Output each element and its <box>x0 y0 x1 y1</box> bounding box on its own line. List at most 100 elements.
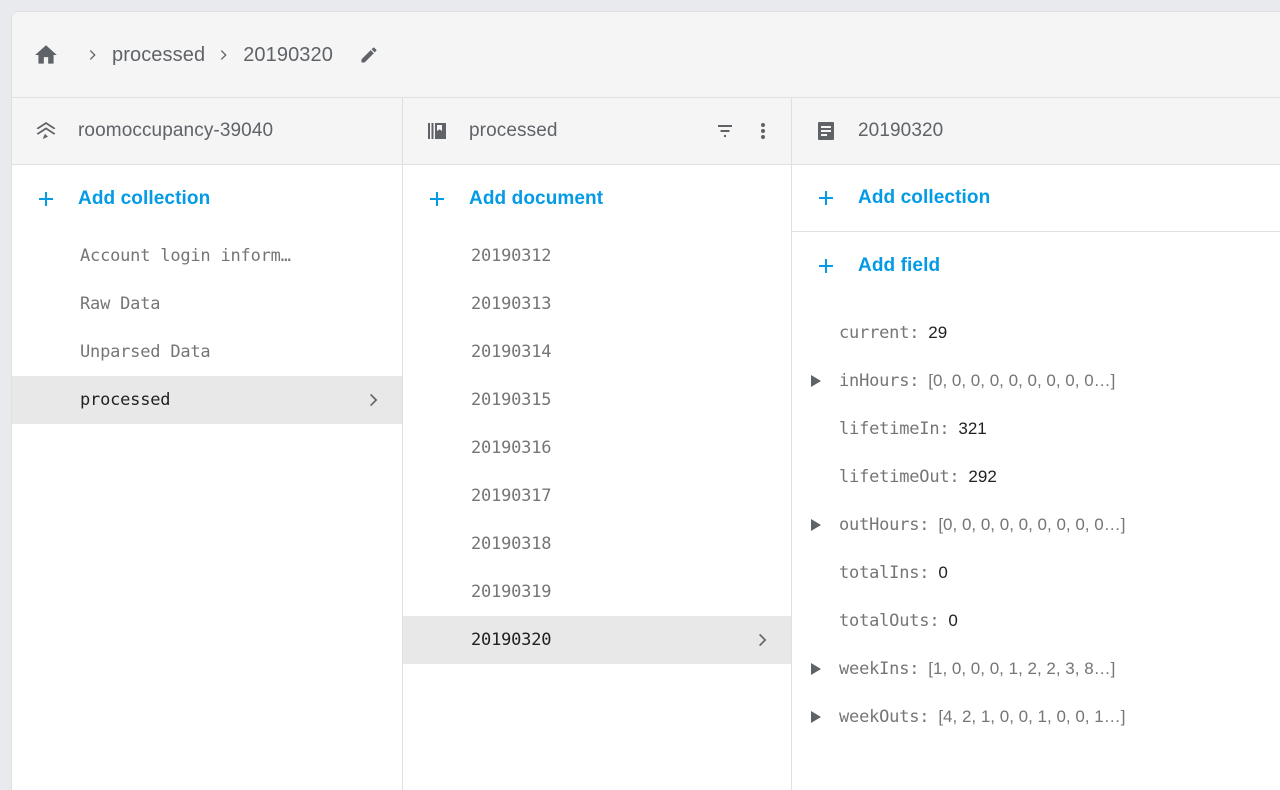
document-list: 20190312 20190313 20190314 20190315 2019… <box>403 232 791 664</box>
expand-spacer <box>804 609 828 633</box>
field-row: outHours: [0, 0, 0, 0, 0, 0, 0, 0, 0…] <box>792 501 1280 549</box>
field-key: weekIns: <box>839 659 920 679</box>
field-key: current: <box>839 323 920 343</box>
document-id: 20190319 <box>471 582 552 602</box>
expand-spacer <box>804 465 828 489</box>
plus-icon <box>34 187 58 211</box>
field-value: [0, 0, 0, 0, 0, 0, 0, 0, 0…] <box>928 371 1116 390</box>
collection-name: processed <box>80 390 171 410</box>
field-value: 0 <box>948 611 958 630</box>
list-item[interactable]: 20190317 <box>403 472 791 520</box>
plus-icon <box>814 186 838 210</box>
field-value: 321 <box>958 419 987 438</box>
project-panel: roomoccupancy-39040 Add collection Accou… <box>12 98 403 790</box>
add-collection-label: Add collection <box>78 187 211 209</box>
document-id: 20190312 <box>471 246 552 266</box>
add-collection-button[interactable]: Add collection <box>12 165 402 232</box>
more-vert-icon[interactable] <box>751 119 775 143</box>
document-id: 20190320 <box>471 630 552 650</box>
field-key: outHours: <box>839 515 930 535</box>
chevron-right-icon <box>364 390 384 410</box>
list-item-selected[interactable]: 20190320 <box>403 616 791 664</box>
field-row: current: 29 <box>792 309 1280 357</box>
document-id: 20190315 <box>471 390 552 410</box>
list-item[interactable]: Account login inform… <box>12 232 402 280</box>
list-item[interactable]: 20190313 <box>403 280 791 328</box>
panes-container: roomoccupancy-39040 Add collection Accou… <box>12 98 1280 790</box>
field-key: lifetimeOut: <box>839 467 960 487</box>
document-id: 20190318 <box>471 534 552 554</box>
field-key: weekOuts: <box>839 707 930 727</box>
collection-name-title: processed <box>469 120 558 141</box>
collection-panel-header: processed <box>403 98 791 165</box>
chevron-right-icon <box>85 47 101 63</box>
field-row: lifetimeIn: 321 <box>792 405 1280 453</box>
field-value: [4, 2, 1, 0, 0, 1, 0, 0, 1…] <box>938 707 1126 726</box>
document-id: 20190314 <box>471 342 552 362</box>
breadcrumb: processed 20190320 <box>12 12 1280 98</box>
home-icon[interactable] <box>33 42 59 68</box>
field-row: totalIns: 0 <box>792 549 1280 597</box>
expand-spacer <box>804 417 828 441</box>
pencil-edit-icon[interactable] <box>359 45 379 65</box>
field-row: weekOuts: [4, 2, 1, 0, 0, 1, 0, 0, 1…] <box>792 693 1280 741</box>
add-subcollection-button[interactable]: Add collection <box>792 165 1280 232</box>
field-row: lifetimeOut: 292 <box>792 453 1280 501</box>
list-item[interactable]: 20190316 <box>403 424 791 472</box>
list-item[interactable]: 20190312 <box>403 232 791 280</box>
expand-triangle-icon[interactable] <box>804 705 828 729</box>
field-row: inHours: [0, 0, 0, 0, 0, 0, 0, 0, 0…] <box>792 357 1280 405</box>
collection-header-actions <box>713 119 775 143</box>
expand-triangle-icon[interactable] <box>804 513 828 537</box>
collection-name: Unparsed Data <box>80 342 211 362</box>
document-id: 20190313 <box>471 294 552 314</box>
chevron-right-icon <box>216 47 232 63</box>
firestore-data-browser: processed 20190320 roomoccupancy-39040 A… <box>0 0 1280 790</box>
field-key: lifetimeIn: <box>839 419 950 439</box>
document-icon <box>814 119 838 143</box>
list-item[interactable]: 20190318 <box>403 520 791 568</box>
expand-triangle-icon[interactable] <box>804 369 828 393</box>
console-card: processed 20190320 roomoccupancy-39040 A… <box>11 11 1280 790</box>
collection-name: Account login inform… <box>80 246 291 266</box>
field-value: [0, 0, 0, 0, 0, 0, 0, 0, 0…] <box>938 515 1126 534</box>
field-value: 0 <box>938 563 948 582</box>
project-name: roomoccupancy-39040 <box>78 120 274 141</box>
list-item[interactable]: 20190315 <box>403 376 791 424</box>
list-item[interactable]: 20190319 <box>403 568 791 616</box>
field-row: weekIns: [1, 0, 0, 0, 1, 2, 2, 3, 8…] <box>792 645 1280 693</box>
firebase-stack-icon <box>34 119 58 143</box>
add-field-label: Add field <box>858 254 941 276</box>
add-collection-label: Add collection <box>858 187 991 208</box>
filter-list-icon[interactable] <box>713 119 737 143</box>
add-field-button[interactable]: Add field <box>792 232 1280 299</box>
field-value: 292 <box>968 467 997 486</box>
chevron-right-icon <box>753 630 773 650</box>
list-item[interactable]: Raw Data <box>12 280 402 328</box>
expand-triangle-icon[interactable] <box>804 657 828 681</box>
field-value: [1, 0, 0, 0, 1, 2, 2, 3, 8…] <box>928 659 1116 678</box>
document-panel-header: 20190320 <box>792 98 1280 165</box>
collection-panel: processed Add document 20190312 20190313… <box>403 98 792 790</box>
breadcrumb-item-document[interactable]: 20190320 <box>243 45 333 65</box>
plus-icon <box>814 254 838 278</box>
field-row: totalOuts: 0 <box>792 597 1280 645</box>
expand-spacer <box>804 321 828 345</box>
field-key: totalOuts: <box>839 611 940 631</box>
document-panel: 20190320 Add collection Add field curren… <box>792 98 1280 790</box>
field-key: inHours: <box>839 371 920 391</box>
list-item[interactable]: Unparsed Data <box>12 328 402 376</box>
collection-books-icon <box>425 119 449 143</box>
field-list: current: 29 inHours: [0, 0, 0, 0, 0, 0, … <box>792 299 1280 741</box>
collection-list: Account login inform… Raw Data Unparsed … <box>12 232 402 424</box>
add-document-button[interactable]: Add document <box>403 165 791 232</box>
breadcrumb-item-collection[interactable]: processed <box>112 45 205 65</box>
collection-name: Raw Data <box>80 294 161 314</box>
project-panel-header: roomoccupancy-39040 <box>12 98 402 165</box>
plus-icon <box>425 187 449 211</box>
document-id-title: 20190320 <box>858 120 944 141</box>
list-item[interactable]: 20190314 <box>403 328 791 376</box>
field-key: totalIns: <box>839 563 930 583</box>
list-item-selected[interactable]: processed <box>12 376 402 424</box>
expand-spacer <box>804 561 828 585</box>
